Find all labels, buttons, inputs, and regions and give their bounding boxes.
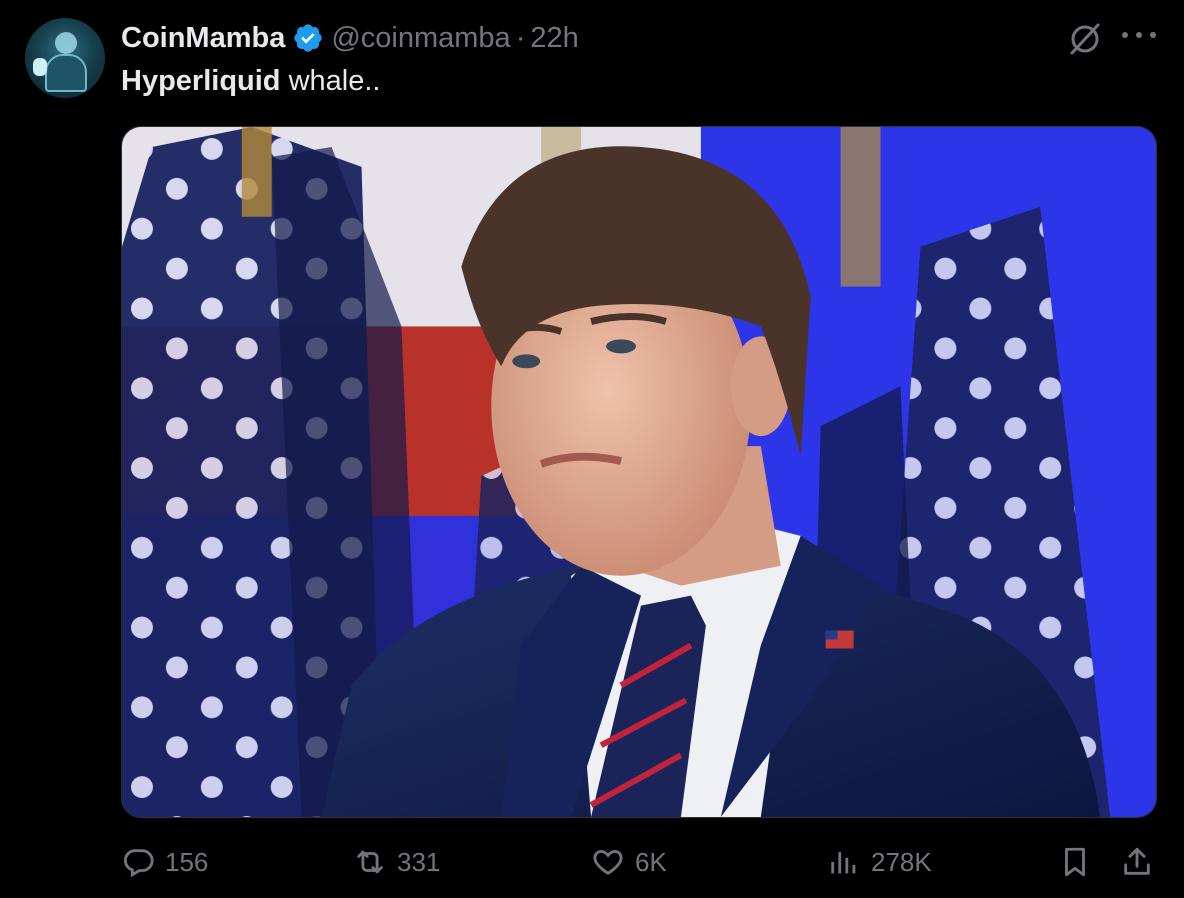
avatar-figure-hand: [33, 58, 47, 76]
tweet-actions-bar: 156 331 6K 278K: [0, 840, 1184, 884]
share-icon: [1124, 847, 1150, 875]
avatar-figure-head: [55, 32, 77, 54]
more-dot: [1150, 32, 1156, 38]
repost-button[interactable]: 331: [353, 840, 440, 884]
more-icon[interactable]: [1122, 32, 1156, 44]
tweet-timestamp[interactable]: 22h: [530, 22, 578, 55]
like-count: 6K: [635, 846, 667, 877]
repost-count: 331: [397, 846, 441, 877]
reply-count: 156: [165, 846, 209, 877]
header-separator: ·: [515, 21, 526, 54]
author-avatar[interactable]: [25, 18, 105, 98]
like-button[interactable]: 6K: [591, 840, 667, 884]
more-dot: [1136, 32, 1142, 38]
repost-icon: [357, 850, 383, 874]
grok-icon[interactable]: [1066, 20, 1104, 58]
tweet-text-bold: Hyperliquid: [121, 65, 281, 97]
author-handle[interactable]: @coinmamba: [331, 22, 510, 55]
views-count: 278K: [871, 846, 932, 877]
views-chart-icon: [831, 852, 856, 874]
author-display-name[interactable]: CoinMamba: [121, 22, 285, 55]
tweet-text-rest: whale..: [280, 65, 381, 97]
avatar-figure-body: [45, 54, 87, 92]
more-dot: [1122, 32, 1128, 38]
tweet-text: Hyperliquid whale..: [121, 65, 380, 98]
heart-icon: [593, 849, 623, 875]
photo-illustration: [122, 127, 1156, 817]
share-button[interactable]: [1120, 840, 1154, 884]
verified-badge-icon[interactable]: [292, 22, 324, 54]
reply-icon: [123, 849, 154, 878]
bookmark-button[interactable]: [1058, 840, 1092, 884]
tweet-photo[interactable]: [121, 126, 1157, 818]
bookmark-icon: [1065, 847, 1085, 877]
tweet-header: CoinMamba @coinmamba · 22h: [121, 20, 579, 56]
views-button[interactable]: 278K: [827, 840, 932, 884]
reply-button[interactable]: 156: [121, 840, 208, 884]
